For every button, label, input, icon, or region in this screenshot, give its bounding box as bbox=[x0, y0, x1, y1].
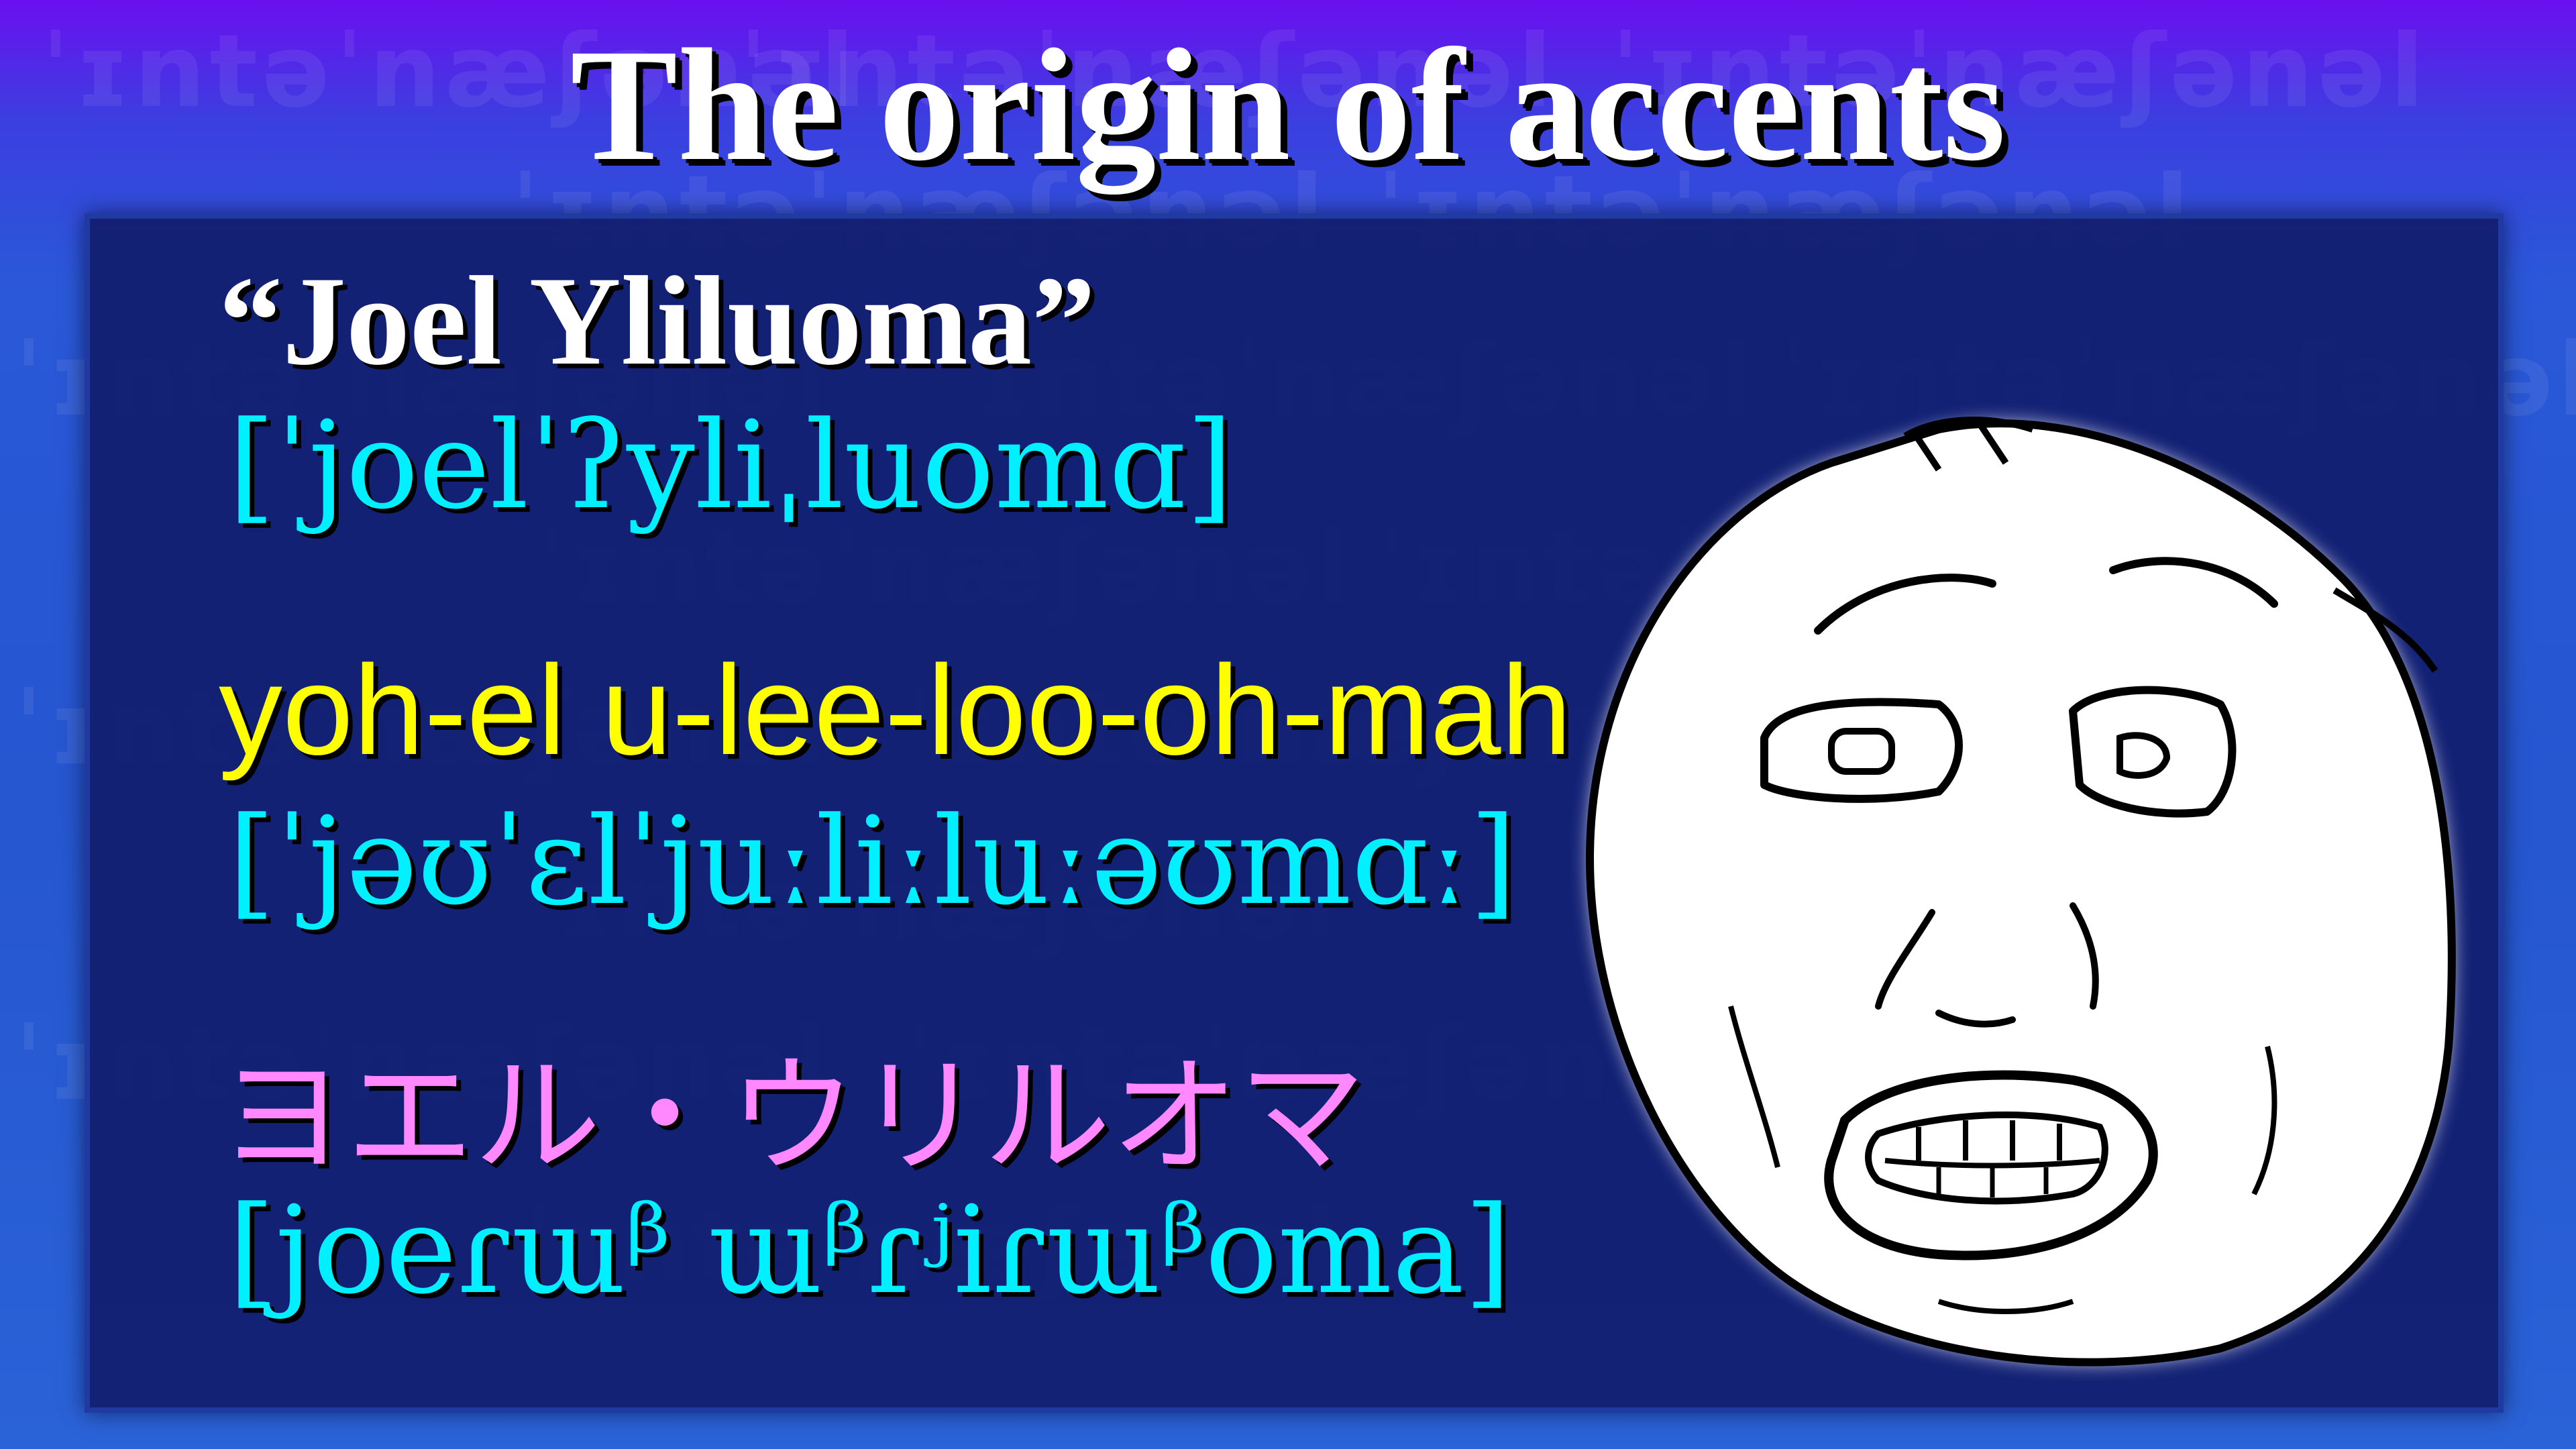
worried-face-icon bbox=[1586, 417, 2456, 1366]
english-ipa: [ˈjəʊˈɛlˈjuːliːluːəʊmɑː] bbox=[228, 792, 1517, 932]
english-spelling: yoh-el u-lee-loo-oh-mah bbox=[219, 639, 1572, 782]
japanese-spelling: ヨエル・ウリルオマ bbox=[219, 1042, 1366, 1191]
japanese-ipa: [joeɾɯᵝ ɯᵝɾʲiɾɯᵝoma] bbox=[228, 1181, 1511, 1321]
slide-title: The origin of accents bbox=[570, 15, 2006, 194]
original-name: “Joel Yliluoma” bbox=[219, 251, 1096, 392]
original-ipa: [ˈjoelˈʔyliˌluomɑ] bbox=[228, 396, 1234, 536]
